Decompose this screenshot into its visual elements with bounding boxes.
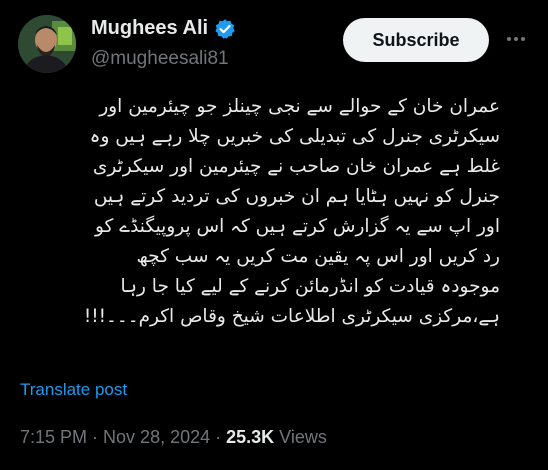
meta-separator: · [92, 427, 99, 447]
author-name-row: Mughees Ali [91, 17, 236, 40]
tweet-text-line: ہے،مرکزی سیکرٹری اطلاعات شیخ وقاص اکرم۔۔… [83, 306, 500, 327]
author-name[interactable]: Mughees Ali [91, 17, 208, 40]
tweet-text-line: سیکرٹری جنرل کی تبدیلی کی خبریں چلا رہے … [89, 126, 500, 147]
verified-badge-icon [214, 18, 236, 40]
meta-separator: · [215, 427, 222, 447]
post-time[interactable]: 7:15 PM [20, 427, 87, 448]
tweet-text-line: عمران خان کے حوالے سے نجی چینلز جو چیئرم… [99, 96, 500, 117]
tweet-text-line: اور اپ سے یہ گزارش کرتے ہیں کہ اس پروپیگ… [95, 216, 500, 237]
tweet-text-line: غلط ہے عمران خان صاحب نے چیئرمین اور سیک… [92, 156, 500, 177]
tweet-text-line: موجودہ قیادت کو انڈرمائن کرنے کے لیے کیا… [120, 276, 500, 297]
post-date[interactable]: Nov 28, 2024 [103, 427, 210, 448]
post-meta: 7:15 PM · Nov 28, 2024 · 25.3K Views [20, 427, 327, 448]
tweet-card: Mughees Ali @mugheesali81 Subscribe عمرا… [0, 0, 548, 470]
tweet-text-line: جنرل کو نہیں ہٹایا ہم ان خبروں کی تردید … [93, 186, 500, 207]
views-count: 25.3K [226, 427, 275, 447]
more-horizontal-icon[interactable] [503, 26, 529, 52]
avatar-photo [18, 15, 76, 73]
tweet-text: عمران خان کے حوالے سے نجی چینلز جو چیئرم… [16, 92, 500, 332]
subscribe-button[interactable]: Subscribe [343, 18, 489, 62]
tweet-text-line: رد کریں اور اس پہ یقین مت کریں یہ سب کچھ [136, 246, 500, 267]
author-handle[interactable]: @mugheesali81 [91, 48, 229, 70]
translate-post-link[interactable]: Translate post [20, 380, 127, 400]
views-label: Views [279, 427, 327, 447]
avatar[interactable] [18, 15, 76, 73]
